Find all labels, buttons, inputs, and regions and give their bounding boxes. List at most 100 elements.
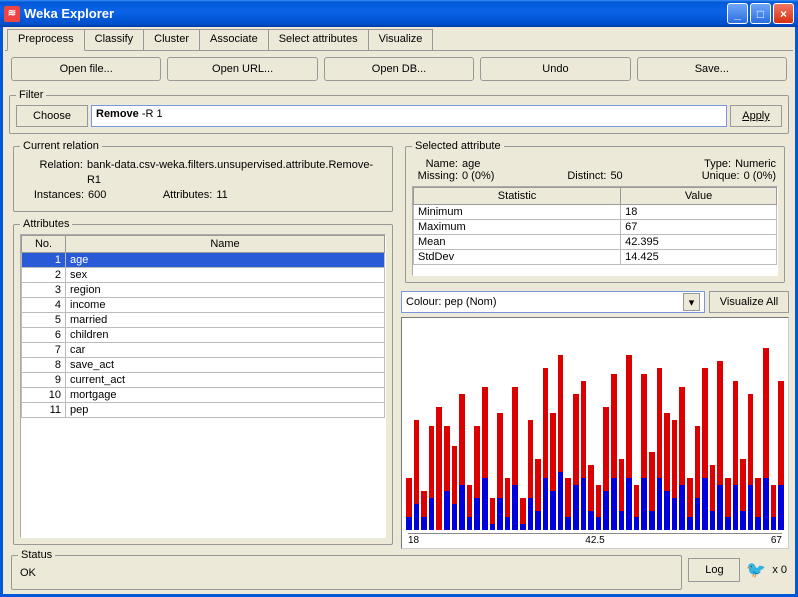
- undo-button[interactable]: Undo: [480, 57, 630, 81]
- save-button[interactable]: Save...: [637, 57, 787, 81]
- stat-name: Minimum: [414, 205, 621, 220]
- histogram-bar: [619, 459, 625, 531]
- open-url-button[interactable]: Open URL...: [167, 57, 317, 81]
- current-relation-legend: Current relation: [20, 140, 102, 152]
- attr-no: 4: [22, 298, 66, 313]
- attr-name: region: [66, 283, 385, 298]
- colour-combo-value: Colour: pep (Nom): [406, 296, 496, 308]
- filter-text-field[interactable]: Remove -R 1: [91, 105, 727, 127]
- stat-row: Mean42.395: [414, 235, 777, 250]
- histogram-bar: [429, 426, 435, 530]
- tab-preprocess[interactable]: Preprocess: [7, 29, 85, 51]
- histogram-bar: [581, 381, 587, 531]
- attribute-row[interactable]: 6children: [22, 328, 385, 343]
- visualize-all-button[interactable]: Visualize All: [709, 291, 789, 313]
- attribute-row[interactable]: 8save_act: [22, 358, 385, 373]
- maximize-button[interactable]: □: [750, 3, 771, 24]
- histogram-bar: [474, 426, 480, 530]
- histogram-bar: [436, 407, 442, 531]
- tab-cluster[interactable]: Cluster: [143, 29, 200, 50]
- attributes-table[interactable]: No. Name 1age2sex3region4income5married6…: [21, 235, 385, 418]
- stats-header-val: Value: [621, 188, 777, 205]
- histogram-bar: [763, 348, 769, 530]
- filter-choose-button[interactable]: Choose: [16, 105, 88, 127]
- open-file-button[interactable]: Open file...: [11, 57, 161, 81]
- histogram-bar: [520, 498, 526, 531]
- stat-value: 67: [621, 220, 777, 235]
- histogram-bar: [421, 491, 427, 530]
- attr-name: age: [66, 253, 385, 268]
- histogram-bar: [733, 381, 739, 531]
- sel-name-label: Name:: [414, 158, 458, 170]
- attribute-row[interactable]: 11pep: [22, 403, 385, 418]
- attr-name: sex: [66, 268, 385, 283]
- open-db-button[interactable]: Open DB...: [324, 57, 474, 81]
- log-button[interactable]: Log: [688, 558, 740, 582]
- attribute-row[interactable]: 5married: [22, 313, 385, 328]
- attribute-row[interactable]: 7car: [22, 343, 385, 358]
- histogram-bar: [641, 374, 647, 530]
- histogram-bar: [778, 381, 784, 531]
- attribute-row[interactable]: 3region: [22, 283, 385, 298]
- stats-header-stat: Statistic: [414, 188, 621, 205]
- attribute-row[interactable]: 10mortgage: [22, 388, 385, 403]
- histogram-bar: [679, 387, 685, 530]
- histogram-bar: [596, 485, 602, 531]
- filter-apply-button[interactable]: Apply: [730, 105, 782, 127]
- attributes-fieldset: Attributes No. Name 1age2sex3region4inco…: [13, 218, 393, 545]
- sel-distinct-value: 50: [610, 170, 622, 182]
- close-button[interactable]: ×: [773, 3, 794, 24]
- tab-select-attributes[interactable]: Select attributes: [268, 29, 369, 50]
- status-legend: Status: [18, 549, 55, 561]
- sel-unique-label: Unique:: [702, 170, 740, 182]
- sel-distinct-label: Distinct:: [567, 170, 606, 182]
- histogram-bar: [664, 413, 670, 530]
- attribute-row[interactable]: 1age: [22, 253, 385, 268]
- attr-no: 1: [22, 253, 66, 268]
- attr-name: save_act: [66, 358, 385, 373]
- status-text: OK: [18, 565, 675, 583]
- tab-visualize[interactable]: Visualize: [368, 29, 434, 50]
- stat-value: 14.425: [621, 250, 777, 265]
- attr-no: 8: [22, 358, 66, 373]
- relation-label: Relation:: [24, 158, 83, 188]
- minimize-button[interactable]: _: [727, 3, 748, 24]
- attribute-row[interactable]: 4income: [22, 298, 385, 313]
- attributes-value: 11: [216, 188, 227, 203]
- histogram-bar: [710, 465, 716, 530]
- attr-header-name[interactable]: Name: [66, 236, 385, 253]
- window-titlebar[interactable]: ≋ Weka Explorer _ □ ×: [0, 0, 798, 27]
- attribute-row[interactable]: 9current_act: [22, 373, 385, 388]
- stat-row: StdDev14.425: [414, 250, 777, 265]
- stat-name: Maximum: [414, 220, 621, 235]
- histogram-chart: 18 42.5 67: [401, 317, 789, 549]
- histogram-bar: [748, 394, 754, 531]
- attr-name: income: [66, 298, 385, 313]
- attr-no: 3: [22, 283, 66, 298]
- histogram-bar: [528, 420, 534, 531]
- histogram-bar: [634, 485, 640, 531]
- tab-classify[interactable]: Classify: [84, 29, 145, 50]
- histogram-bar: [497, 413, 503, 530]
- attr-name: pep: [66, 403, 385, 418]
- colour-combo[interactable]: Colour: pep (Nom) ▾: [401, 291, 705, 313]
- histogram-bar: [603, 407, 609, 531]
- histogram-bar: [467, 485, 473, 531]
- chevron-down-icon: ▾: [683, 293, 700, 311]
- selected-attribute-legend: Selected attribute: [412, 140, 504, 152]
- attr-header-no[interactable]: No.: [22, 236, 66, 253]
- attribute-row[interactable]: 2sex: [22, 268, 385, 283]
- attr-no: 11: [22, 403, 66, 418]
- sel-unique-value: 0 (0%): [744, 170, 776, 182]
- stat-value: 18: [621, 205, 777, 220]
- histogram-bar: [558, 355, 564, 531]
- tab-associate[interactable]: Associate: [199, 29, 269, 50]
- stat-name: Mean: [414, 235, 621, 250]
- filter-legend: Filter: [16, 89, 46, 101]
- attr-name: married: [66, 313, 385, 328]
- axis-mid: 42.5: [585, 535, 604, 546]
- histogram-bar: [611, 374, 617, 530]
- histogram-bar: [649, 452, 655, 530]
- attr-no: 7: [22, 343, 66, 358]
- histogram-bar: [725, 478, 731, 530]
